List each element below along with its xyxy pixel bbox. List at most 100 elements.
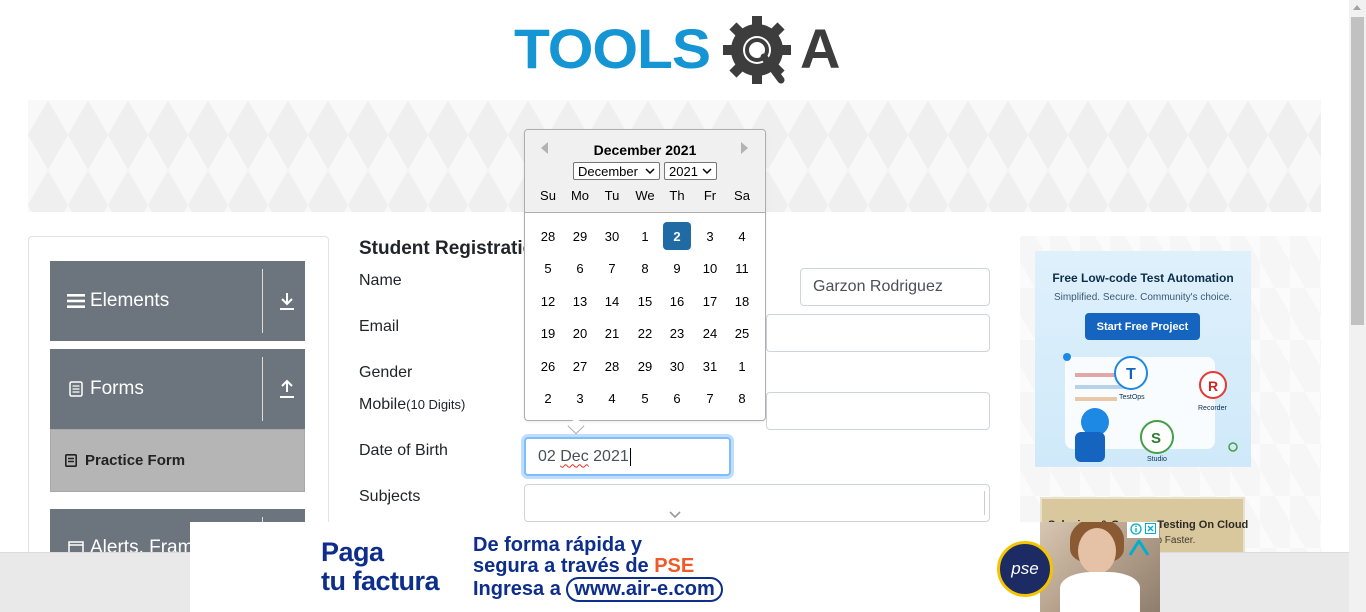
datepicker-day[interactable]: 13	[566, 287, 594, 315]
ad-body-line-1: De forma rápida y	[473, 534, 642, 556]
datepicker-day[interactable]: 26	[534, 352, 562, 380]
datepicker-day[interactable]: 21	[598, 319, 626, 347]
dob-year: 2021	[588, 447, 629, 465]
scrollbar-thumb[interactable]	[1351, 17, 1364, 325]
datepicker-day[interactable]: 30	[663, 352, 691, 380]
form-title: Student Registratio	[359, 238, 535, 259]
list-icon	[67, 293, 85, 309]
datepicker-day[interactable]: 16	[663, 287, 691, 315]
dob-day: 02	[538, 447, 561, 465]
datepicker-day[interactable]: 3	[696, 222, 724, 250]
subjects-input[interactable]	[524, 484, 990, 522]
datepicker-day-name: Th	[669, 188, 685, 203]
document-icon	[67, 381, 85, 397]
datepicker-day[interactable]: 9	[663, 254, 691, 282]
month-select[interactable]: December	[573, 162, 660, 180]
datepicker-day[interactable]: 20	[566, 319, 594, 347]
datepicker-day[interactable]: 3	[566, 384, 594, 412]
group-elements[interactable]: Elements	[50, 261, 305, 341]
divider	[262, 269, 263, 333]
datepicker-day[interactable]: 4	[728, 222, 756, 250]
datepicker-day[interactable]: 10	[696, 254, 724, 282]
info-icon[interactable]	[1130, 522, 1142, 538]
datepicker-day[interactable]: 11	[728, 254, 756, 282]
year-select[interactable]: 2021	[664, 162, 717, 180]
datepicker-day-name: Fr	[703, 188, 717, 203]
datepicker-day[interactable]: 12	[534, 287, 562, 315]
datepicker-day[interactable]: 5	[534, 254, 562, 282]
datepicker-day[interactable]: 8	[728, 384, 756, 412]
name-label: Name	[359, 272, 402, 289]
datepicker-current-month: December 2021	[593, 142, 697, 158]
dob-month: Dec	[560, 447, 589, 465]
download-arrow-icon[interactable]	[278, 291, 296, 311]
subjects-label: Subjects	[359, 488, 421, 505]
datepicker-day[interactable]: 15	[631, 287, 659, 315]
datepicker-day[interactable]: 25	[728, 319, 756, 347]
datepicker-day[interactable]: 1	[631, 222, 659, 250]
last-name-input[interactable]: Garzon Rodriguez	[800, 268, 990, 306]
datepicker-day[interactable]: 19	[534, 319, 562, 347]
email-input[interactable]	[766, 314, 990, 352]
gear-icon	[723, 16, 791, 84]
gender-label: Gender	[359, 364, 413, 381]
toolsqa-logo[interactable]: TOOLS A	[514, 14, 840, 90]
date-of-birth-input[interactable]: 02 Dec 2021	[524, 437, 731, 476]
ad-start-free-project-button[interactable]: Start Free Project	[1085, 313, 1200, 340]
datepicker-day[interactable]: 31	[696, 352, 724, 380]
datepicker-day[interactable]: 8	[631, 254, 659, 282]
datepicker-day[interactable]: 4	[598, 384, 626, 412]
datepicker-day[interactable]: 27	[566, 352, 594, 380]
ad-body-line-2-text: segura a través de	[473, 555, 655, 577]
datepicker-day[interactable]: 5	[631, 384, 659, 412]
datepicker-day[interactable]: 17	[696, 287, 724, 315]
ad-label-studio: Studio	[1147, 456, 1167, 463]
ad-label-testops: TestOps	[1119, 394, 1145, 401]
datepicker-day[interactable]: 6	[663, 384, 691, 412]
datepicker-day[interactable]: 14	[598, 287, 626, 315]
logo-text-a: A	[800, 17, 839, 80]
sidebar-item-label: Practice Form	[85, 452, 186, 469]
bottom-ad-banner[interactable]: Paga tu factura De forma rápida y segura…	[190, 522, 1160, 612]
divider	[984, 491, 985, 515]
datepicker-day[interactable]: 29	[566, 222, 594, 250]
dob-label: Date of Birth	[359, 442, 448, 459]
datepicker-day[interactable]: 22	[631, 319, 659, 347]
datepicker-day[interactable]: 1	[728, 352, 756, 380]
ad-brand-mark-icon	[1128, 538, 1150, 556]
sidebar-item-practice-form[interactable]: Practice Form	[50, 429, 305, 492]
datepicker-day[interactable]: 24	[696, 319, 724, 347]
upload-arrow-icon[interactable]	[278, 379, 296, 399]
datepicker-day[interactable]: 2	[534, 384, 562, 412]
chevron-down-icon	[645, 168, 655, 175]
divider	[262, 357, 263, 421]
logo-text-tools: TOOLS	[514, 17, 710, 80]
month-select-value: December	[578, 163, 638, 179]
group-forms[interactable]: Forms	[50, 349, 305, 429]
datepicker-day-selected[interactable]: 2	[663, 222, 691, 250]
ad-katalon[interactable]: Free Low-code Test Automation Simplified…	[1035, 251, 1251, 467]
ad-headline: Paga tu factura	[321, 538, 440, 596]
datepicker-day[interactable]: 18	[728, 287, 756, 315]
datepicker-day[interactable]: 28	[598, 352, 626, 380]
datepicker-day[interactable]: 6	[566, 254, 594, 282]
datepicker-day[interactable]: 23	[663, 319, 691, 347]
vertical-scrollbar[interactable]	[1349, 0, 1366, 612]
datepicker-day[interactable]: 29	[631, 352, 659, 380]
ad-choices[interactable]	[1127, 522, 1159, 538]
close-icon[interactable]	[1145, 523, 1156, 537]
datepicker-day[interactable]: 7	[696, 384, 724, 412]
next-month-icon[interactable]	[741, 142, 748, 154]
datepicker-day[interactable]: 7	[598, 254, 626, 282]
year-select-value: 2021	[669, 163, 698, 179]
datepicker-day[interactable]: 30	[598, 222, 626, 250]
mobile-label: Mobile(10 Digits)	[359, 396, 465, 414]
mobile-input[interactable]	[766, 392, 990, 430]
form-icon	[65, 454, 77, 467]
datepicker-day[interactable]: 28	[534, 222, 562, 250]
ad-body-line-2: segura a través de PSE	[473, 556, 723, 577]
svg-text:T: T	[1126, 366, 1136, 383]
ad-url-link[interactable]: www.air-e.com	[566, 577, 723, 602]
ad-title: Free Low-code Test Automation	[1052, 271, 1234, 285]
scroll-up-icon[interactable]	[1353, 5, 1361, 10]
